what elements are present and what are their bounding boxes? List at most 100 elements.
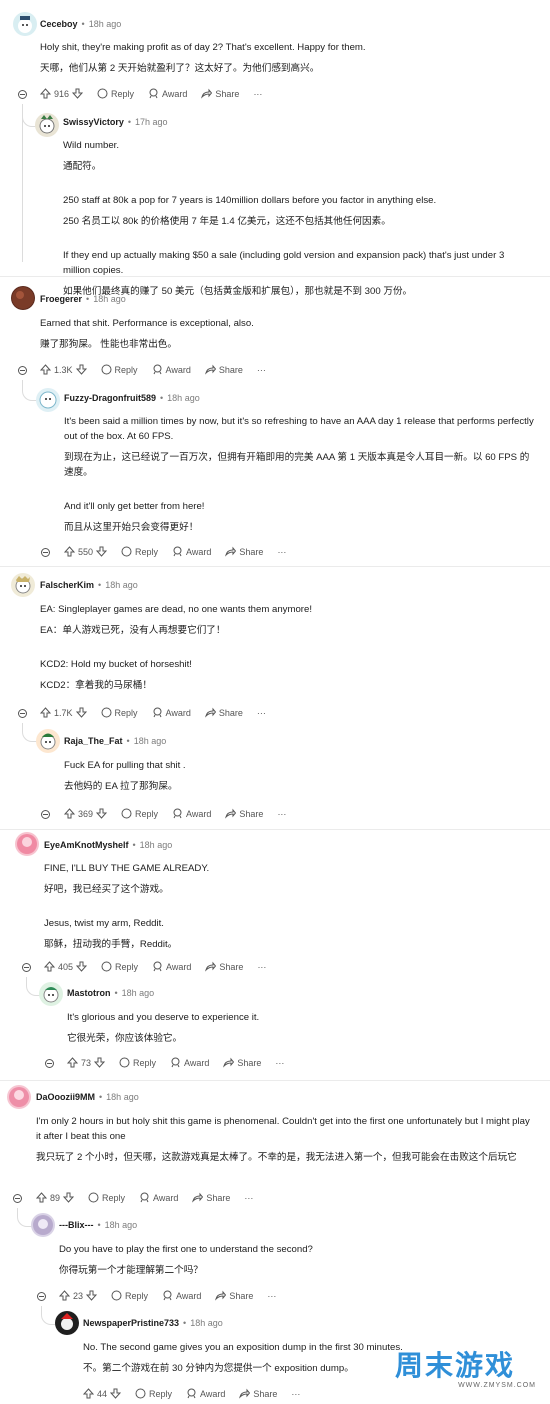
avatar[interactable] <box>55 1311 79 1335</box>
avatar[interactable] <box>39 982 63 1006</box>
collapse-icon[interactable] <box>18 709 27 718</box>
share-button[interactable]: Share <box>201 88 239 99</box>
share-button[interactable]: Share <box>204 707 243 718</box>
collapse-icon[interactable] <box>22 963 31 972</box>
award-button[interactable]: Award <box>148 88 187 99</box>
reply-button[interactable]: Reply <box>101 364 138 375</box>
share-button[interactable]: Share <box>225 808 263 819</box>
collapse-icon[interactable] <box>18 90 27 99</box>
reply-button[interactable]: Reply <box>101 961 138 972</box>
downvote-icon <box>75 364 87 375</box>
avatar[interactable] <box>36 388 60 412</box>
award-button[interactable]: Award <box>162 1290 201 1301</box>
comment-text-zh: 如果他们最终真的赚了 50 美元（包括黄金版和扩展包），那也就是不到 300 万… <box>63 286 413 297</box>
avatar[interactable] <box>35 113 59 137</box>
award-button[interactable]: Award <box>186 1388 225 1399</box>
share-button[interactable]: Share <box>239 1388 277 1399</box>
share-button[interactable]: Share <box>204 364 243 375</box>
username[interactable]: SwissyVictory <box>63 117 124 127</box>
award-button[interactable]: Award <box>152 364 191 375</box>
reply-button[interactable]: Reply <box>88 1192 125 1203</box>
username[interactable]: EyeAmKnotMyshelf <box>44 840 129 850</box>
username[interactable]: ---Blix--- <box>59 1220 94 1230</box>
comment-text-en: Wild number. <box>63 140 119 151</box>
avatar[interactable] <box>11 573 35 597</box>
upvote-button[interactable]: 916 <box>40 88 84 99</box>
avatar[interactable] <box>15 832 39 856</box>
award-button[interactable]: Award <box>170 1057 209 1068</box>
collapse-icon[interactable] <box>41 810 50 819</box>
share-button[interactable]: Share <box>225 546 263 557</box>
username[interactable]: Ceceboy <box>40 19 78 29</box>
reply-button[interactable]: Reply <box>101 707 138 718</box>
collapse-icon[interactable] <box>37 1292 46 1301</box>
share-button[interactable]: Share <box>192 1192 230 1203</box>
reply-button[interactable]: Reply <box>111 1290 148 1301</box>
avatar[interactable] <box>11 286 35 310</box>
upvote-button[interactable]: 405 <box>44 961 88 972</box>
more-options-button[interactable]: ··· <box>267 1291 276 1301</box>
upvote-button[interactable]: 44 <box>83 1388 122 1399</box>
share-icon <box>204 707 216 718</box>
comment-text-zh: 好吧，我已经买了这个游戏。 <box>44 884 169 895</box>
share-button[interactable]: Share <box>205 961 243 972</box>
award-button[interactable]: Award <box>152 961 191 972</box>
more-options-button[interactable]: ··· <box>244 1193 253 1203</box>
award-icon <box>153 961 162 972</box>
comment-text-zh: 250 名员工以 80k 的价格使用 7 年是 1.4 亿美元，这还不包括其他任… <box>63 216 391 227</box>
upvote-button[interactable]: 73 <box>67 1057 106 1068</box>
award-button[interactable]: Award <box>172 546 211 557</box>
timestamp: 18h ago <box>106 1092 139 1102</box>
avatar[interactable] <box>7 1085 31 1109</box>
more-options-button[interactable]: ··· <box>253 89 262 99</box>
upvote-button[interactable]: 23 <box>59 1290 98 1301</box>
upvote-button[interactable]: 550 <box>64 546 108 557</box>
username[interactable]: Mastotron <box>67 988 111 998</box>
username[interactable]: DaOoozii9MM <box>36 1092 95 1102</box>
collapse-icon[interactable] <box>18 366 27 375</box>
award-button[interactable]: Award <box>152 707 191 718</box>
comment-text-en: Holy shit, they're making profit as of d… <box>40 42 366 53</box>
comment-text-zh: 耶稣，扭动我的手臂，Reddit。 <box>44 939 178 950</box>
award-button[interactable]: Award <box>139 1192 178 1203</box>
vote-count: 916 <box>54 88 70 99</box>
more-options-button[interactable]: ··· <box>257 708 266 718</box>
award-button[interactable]: Award <box>172 808 211 819</box>
collapse-icon[interactable] <box>41 548 50 557</box>
share-button[interactable]: Share <box>215 1290 253 1301</box>
more-options-button[interactable]: ··· <box>275 1058 284 1068</box>
reply-button[interactable]: Reply <box>121 808 158 819</box>
award-icon <box>153 364 162 375</box>
timestamp: 17h ago <box>135 117 168 127</box>
reply-button[interactable]: Reply <box>121 546 158 557</box>
upvote-button[interactable]: 1.7K <box>40 707 87 718</box>
reply-icon <box>97 88 108 99</box>
reply-button[interactable]: Reply <box>119 1057 156 1068</box>
reply-button[interactable]: Reply <box>135 1388 172 1399</box>
upvote-button[interactable]: 369 <box>64 808 108 819</box>
more-options-button[interactable]: ··· <box>277 547 286 557</box>
upvote-button[interactable]: 89 <box>36 1192 75 1203</box>
vote-count: 369 <box>78 808 94 819</box>
upvote-button[interactable]: 1.3K <box>40 364 87 375</box>
watermark-title: 周末游戏 <box>394 1349 515 1382</box>
downvote-icon <box>75 707 87 718</box>
more-options-button[interactable]: ··· <box>257 365 266 375</box>
more-options-button[interactable]: ··· <box>277 809 286 819</box>
username[interactable]: Fuzzy-Dragonfruit589 <box>64 393 156 403</box>
award-icon <box>153 707 162 718</box>
username[interactable]: Raja_The_Fat <box>64 736 123 746</box>
share-button[interactable]: Share <box>223 1057 261 1068</box>
reply-button[interactable]: Reply <box>97 88 134 99</box>
avatar[interactable] <box>36 729 60 753</box>
username[interactable]: NewspaperPristine733 <box>83 1318 179 1328</box>
collapse-icon[interactable] <box>13 1194 22 1203</box>
reply-icon <box>135 1388 146 1399</box>
username[interactable]: Froegerer <box>40 294 82 304</box>
collapse-icon[interactable] <box>45 1059 54 1068</box>
username[interactable]: FalscherKim <box>40 580 94 590</box>
avatar[interactable] <box>31 1213 55 1237</box>
more-options-button[interactable]: ··· <box>257 962 266 972</box>
more-options-button[interactable]: ··· <box>291 1389 300 1399</box>
avatar[interactable] <box>13 12 37 36</box>
